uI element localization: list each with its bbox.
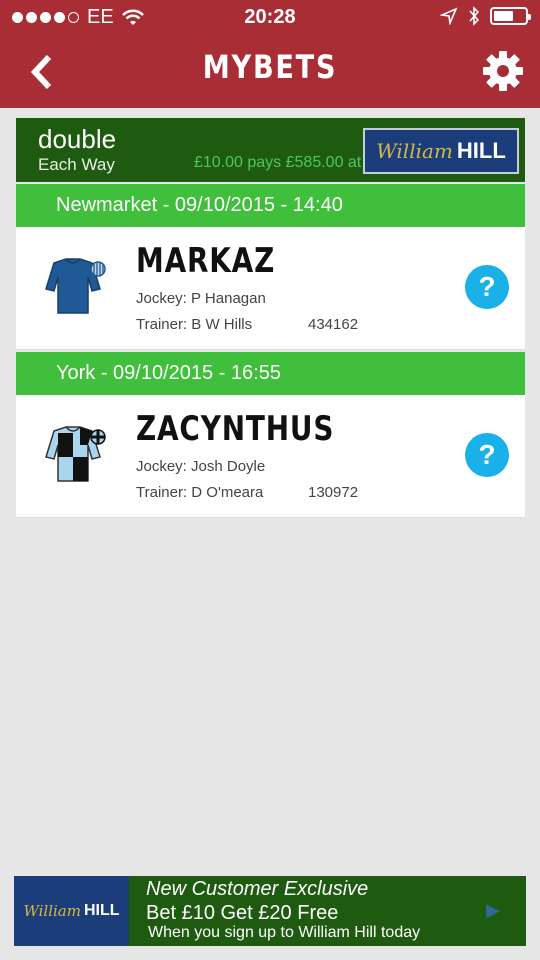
page-title: MYBETS [202, 48, 338, 86]
promo-banner[interactable]: William HILL New Customer Exclusive Bet … [14, 876, 526, 946]
logo-script: William [376, 139, 453, 163]
location-arrow-icon [440, 7, 458, 25]
bet-type: double [38, 124, 117, 154]
jockey-name: Jockey: Josh Doyle [136, 458, 266, 475]
runner-id: 130972 [308, 484, 359, 501]
help-button[interactable]: ? [465, 265, 509, 309]
status-bar: EE 20:28 [0, 0, 540, 36]
trainer-name: Trainer: D O'meara [136, 484, 264, 501]
horse-name: ZACYNTHUS [136, 409, 335, 449]
promo-offer: Bet £10 Get £20 Free [146, 902, 339, 924]
promo-headline: New Customer Exclusive [146, 878, 369, 900]
logo-bold: HILL [456, 138, 506, 163]
settings-button[interactable] [482, 50, 524, 92]
jockey-silks-icon [36, 423, 108, 485]
race-header: York - 09/10/2015 - 16:55 [16, 352, 525, 395]
william-hill-logo[interactable]: William HILL [363, 128, 519, 174]
runner-card: ZACYNTHUS Jockey: Josh Doyle Trainer: D … [16, 395, 525, 518]
bet-payout: £10.00 pays £585.00 at [194, 154, 362, 171]
logo-script: William [23, 902, 81, 920]
bluetooth-icon [469, 6, 480, 26]
app-header: EE 20:28 MYBETS [0, 0, 540, 108]
trainer-name: Trainer: B W Hills [136, 316, 253, 333]
william-hill-logo: William HILL [14, 876, 129, 946]
gear-icon [483, 51, 523, 91]
promo-subtext: When you sign up to William Hill today [148, 924, 421, 941]
each-way-label: Each Way [38, 155, 115, 174]
jockey-name: Jockey: P Hanagan [136, 290, 266, 307]
battery-icon [490, 7, 531, 25]
horse-name: MARKAZ [136, 241, 276, 281]
jockey-silks-icon [36, 255, 108, 317]
chevron-right-icon: ▶ [486, 900, 500, 920]
help-button[interactable]: ? [465, 433, 509, 477]
runner-card: MARKAZ Jockey: P Hanagan Trainer: B W Hi… [16, 227, 525, 350]
logo-bold: HILL [83, 902, 120, 919]
runner-id: 434162 [308, 316, 359, 333]
bet-summary: double Each Way £10.00 pays £585.00 at W… [16, 118, 525, 182]
race-header: Newmarket - 09/10/2015 - 14:40 [16, 184, 525, 227]
